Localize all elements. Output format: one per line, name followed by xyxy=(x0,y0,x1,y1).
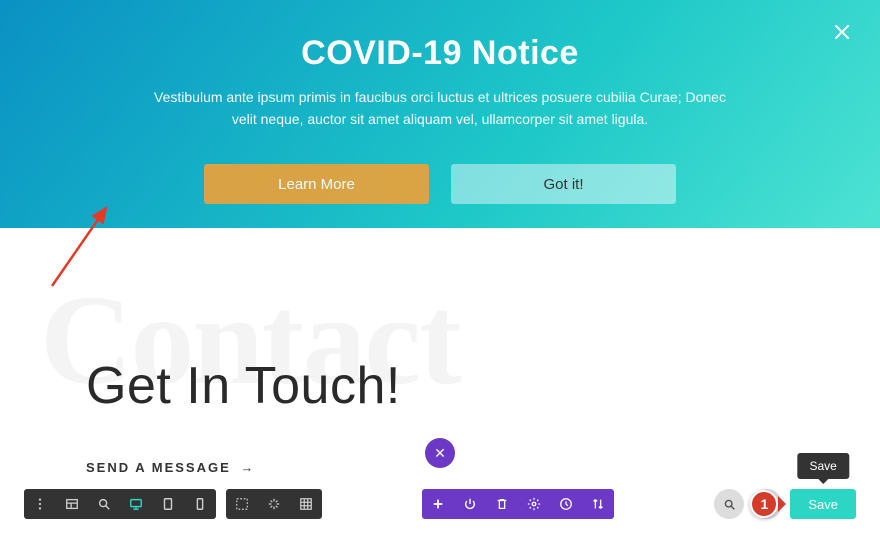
banner-buttons: Learn More Got it! xyxy=(40,164,840,204)
history-icon[interactable] xyxy=(550,489,582,519)
trash-icon[interactable] xyxy=(486,489,518,519)
grid-icon[interactable] xyxy=(290,489,322,519)
save-button[interactable]: Save 1 Save xyxy=(790,489,856,519)
save-button-label: Save xyxy=(808,497,838,512)
page-heading: Get In Touch! xyxy=(86,356,880,416)
builder-toolbar: Save 1 Save xyxy=(0,489,880,519)
close-banner-button[interactable] xyxy=(832,22,852,47)
power-icon[interactable] xyxy=(454,489,486,519)
phone-icon[interactable] xyxy=(184,489,216,519)
wireframe-icon[interactable] xyxy=(56,489,88,519)
plus-icon[interactable] xyxy=(422,489,454,519)
notice-banner: COVID-19 Notice Vestibulum ante ipsum pr… xyxy=(0,0,880,228)
tablet-icon[interactable] xyxy=(152,489,184,519)
send-message-label: SEND A MESSAGE xyxy=(86,460,231,475)
close-section-button[interactable]: ✕ xyxy=(425,438,455,468)
annotation-badge: 1 xyxy=(750,490,778,518)
toolbar-group-view xyxy=(24,489,216,519)
toolbar-group-effects xyxy=(226,489,322,519)
gear-icon[interactable] xyxy=(518,489,550,519)
send-message-link[interactable]: SEND A MESSAGE → xyxy=(86,460,880,475)
arrow-right-icon: → xyxy=(240,460,255,475)
selection-icon[interactable] xyxy=(226,489,258,519)
sort-icon[interactable] xyxy=(582,489,614,519)
page-content: Contact Get In Touch! SEND A MESSAGE → xyxy=(0,228,880,528)
learn-more-button[interactable]: Learn More xyxy=(204,164,429,204)
menu-icon[interactable] xyxy=(24,489,56,519)
save-tooltip: Save xyxy=(798,453,849,479)
banner-body: Vestibulum ante ipsum primis in faucibus… xyxy=(145,87,735,130)
banner-title: COVID-19 Notice xyxy=(40,34,840,73)
desktop-icon[interactable] xyxy=(120,489,152,519)
got-it-button[interactable]: Got it! xyxy=(451,164,676,204)
toolbar-group-actions xyxy=(422,489,614,519)
click-icon[interactable] xyxy=(258,489,290,519)
search-icon[interactable] xyxy=(714,489,744,519)
zoom-icon[interactable] xyxy=(88,489,120,519)
